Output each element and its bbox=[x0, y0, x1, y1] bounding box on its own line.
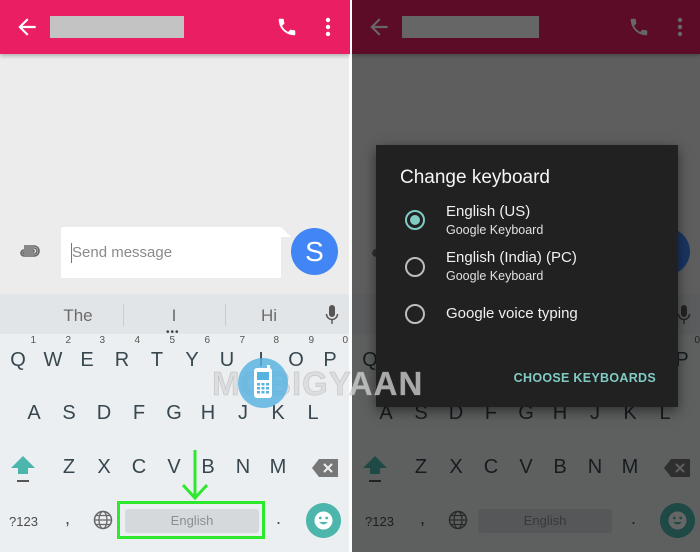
key-label: I bbox=[258, 349, 264, 371]
key-label: Y bbox=[185, 349, 199, 371]
key-l[interactable]: L bbox=[297, 399, 329, 427]
radio-unselected[interactable] bbox=[405, 257, 425, 277]
phone-call-icon[interactable] bbox=[276, 16, 298, 38]
key-c[interactable]: C bbox=[123, 453, 155, 481]
key-q[interactable]: Q1 bbox=[2, 336, 36, 374]
key-p[interactable]: P0 bbox=[314, 336, 348, 374]
keyboard-option-english-india-pc[interactable]: English (India) (PC) Google Keyboard bbox=[376, 249, 678, 289]
change-keyboard-dialog: Change keyboard English (US) Google Keyb… bbox=[376, 145, 678, 407]
contact-name-redacted bbox=[50, 16, 184, 38]
key-z[interactable]: Z bbox=[53, 453, 85, 481]
key-hint: 5 bbox=[169, 335, 175, 346]
dialog-title: Change keyboard bbox=[400, 167, 550, 188]
key-label: Q bbox=[10, 349, 26, 371]
key-hint: 4 bbox=[134, 335, 140, 346]
key-label: U bbox=[219, 349, 235, 371]
comma-key[interactable]: , bbox=[65, 508, 70, 529]
option-name: English (US) bbox=[446, 203, 531, 220]
back-arrow-icon[interactable] bbox=[14, 14, 40, 40]
app-bar bbox=[0, 0, 350, 54]
key-u[interactable]: U7 bbox=[211, 336, 245, 374]
key-label: O bbox=[288, 349, 304, 371]
key-e[interactable]: E3 bbox=[71, 336, 105, 374]
key-y[interactable]: Y6 bbox=[176, 336, 210, 374]
key-hint: 9 bbox=[308, 335, 314, 346]
key-k[interactable]: K bbox=[262, 399, 294, 427]
key-o[interactable]: O9 bbox=[280, 336, 314, 374]
shift-key-icon[interactable] bbox=[10, 454, 36, 484]
symbols-key[interactable]: ?123 bbox=[9, 514, 38, 529]
key-label: T bbox=[150, 349, 164, 371]
key-d[interactable]: D bbox=[88, 399, 120, 427]
key-hint: 7 bbox=[239, 335, 245, 346]
option-name: English (India) (PC) bbox=[446, 249, 577, 266]
key-hint: 0 bbox=[342, 335, 348, 346]
paperclip-icon[interactable] bbox=[18, 243, 40, 259]
radio-selected[interactable] bbox=[405, 210, 425, 230]
microphone-icon[interactable] bbox=[325, 305, 339, 325]
key-m[interactable]: M bbox=[262, 453, 294, 481]
right-phone-screen: Send message S The I Hi Q P0 A S D F G H… bbox=[352, 0, 700, 552]
left-phone-screen: Send message S The I ••• Hi Q1 W2 E3 R4 … bbox=[0, 0, 350, 552]
suggestion-item[interactable]: I bbox=[134, 306, 214, 326]
key-label: P bbox=[323, 349, 337, 371]
key-t[interactable]: T5 bbox=[141, 336, 175, 374]
key-n[interactable]: N bbox=[227, 453, 259, 481]
key-x[interactable]: X bbox=[88, 453, 120, 481]
annotation-highlight-box bbox=[117, 501, 265, 539]
message-placeholder: Send message bbox=[72, 244, 173, 261]
key-hint: 8 bbox=[273, 335, 279, 346]
option-subtitle: Google Keyboard bbox=[446, 269, 544, 283]
suggestion-strip: The I ••• Hi bbox=[0, 294, 350, 338]
radio-unselected[interactable] bbox=[405, 304, 425, 324]
key-s[interactable]: S bbox=[53, 399, 85, 427]
backspace-icon[interactable] bbox=[312, 459, 338, 477]
option-subtitle: Google Keyboard bbox=[446, 223, 544, 237]
period-key[interactable]: . bbox=[276, 508, 281, 529]
key-hint: 2 bbox=[65, 335, 71, 346]
suggestion-divider bbox=[123, 304, 124, 326]
globe-language-icon[interactable] bbox=[93, 510, 113, 530]
key-j[interactable]: J bbox=[227, 399, 259, 427]
key-f[interactable]: F bbox=[123, 399, 155, 427]
key-label: W bbox=[43, 349, 63, 371]
keyboard-option-english-us[interactable]: English (US) Google Keyboard bbox=[376, 203, 678, 243]
message-input[interactable]: Send message bbox=[61, 227, 291, 278]
key-h[interactable]: H bbox=[192, 399, 224, 427]
key-label: E bbox=[80, 349, 94, 371]
suggestion-item[interactable]: The bbox=[38, 306, 118, 326]
more-options-icon[interactable] bbox=[318, 16, 338, 38]
suggestion-divider bbox=[225, 304, 226, 326]
key-w[interactable]: W2 bbox=[37, 336, 71, 374]
option-name: Google voice typing bbox=[446, 305, 578, 322]
key-r[interactable]: R4 bbox=[106, 336, 140, 374]
key-hint: 1 bbox=[30, 335, 36, 346]
key-i[interactable]: I8 bbox=[245, 336, 279, 374]
key-g[interactable]: G bbox=[158, 399, 190, 427]
suggestion-item[interactable]: Hi bbox=[229, 306, 309, 326]
key-a[interactable]: A bbox=[18, 399, 50, 427]
key-hint: 3 bbox=[99, 335, 105, 346]
choose-keyboards-button[interactable]: CHOOSE KEYBOARDS bbox=[514, 371, 656, 385]
emoji-smiley-icon[interactable] bbox=[306, 503, 341, 538]
key-hint: 6 bbox=[204, 335, 210, 346]
key-label: R bbox=[114, 349, 130, 371]
keyboard-option-voice-typing[interactable]: Google voice typing bbox=[376, 303, 678, 343]
send-avatar-button[interactable]: S bbox=[291, 228, 338, 275]
annotation-arrow-down-icon bbox=[181, 450, 209, 501]
